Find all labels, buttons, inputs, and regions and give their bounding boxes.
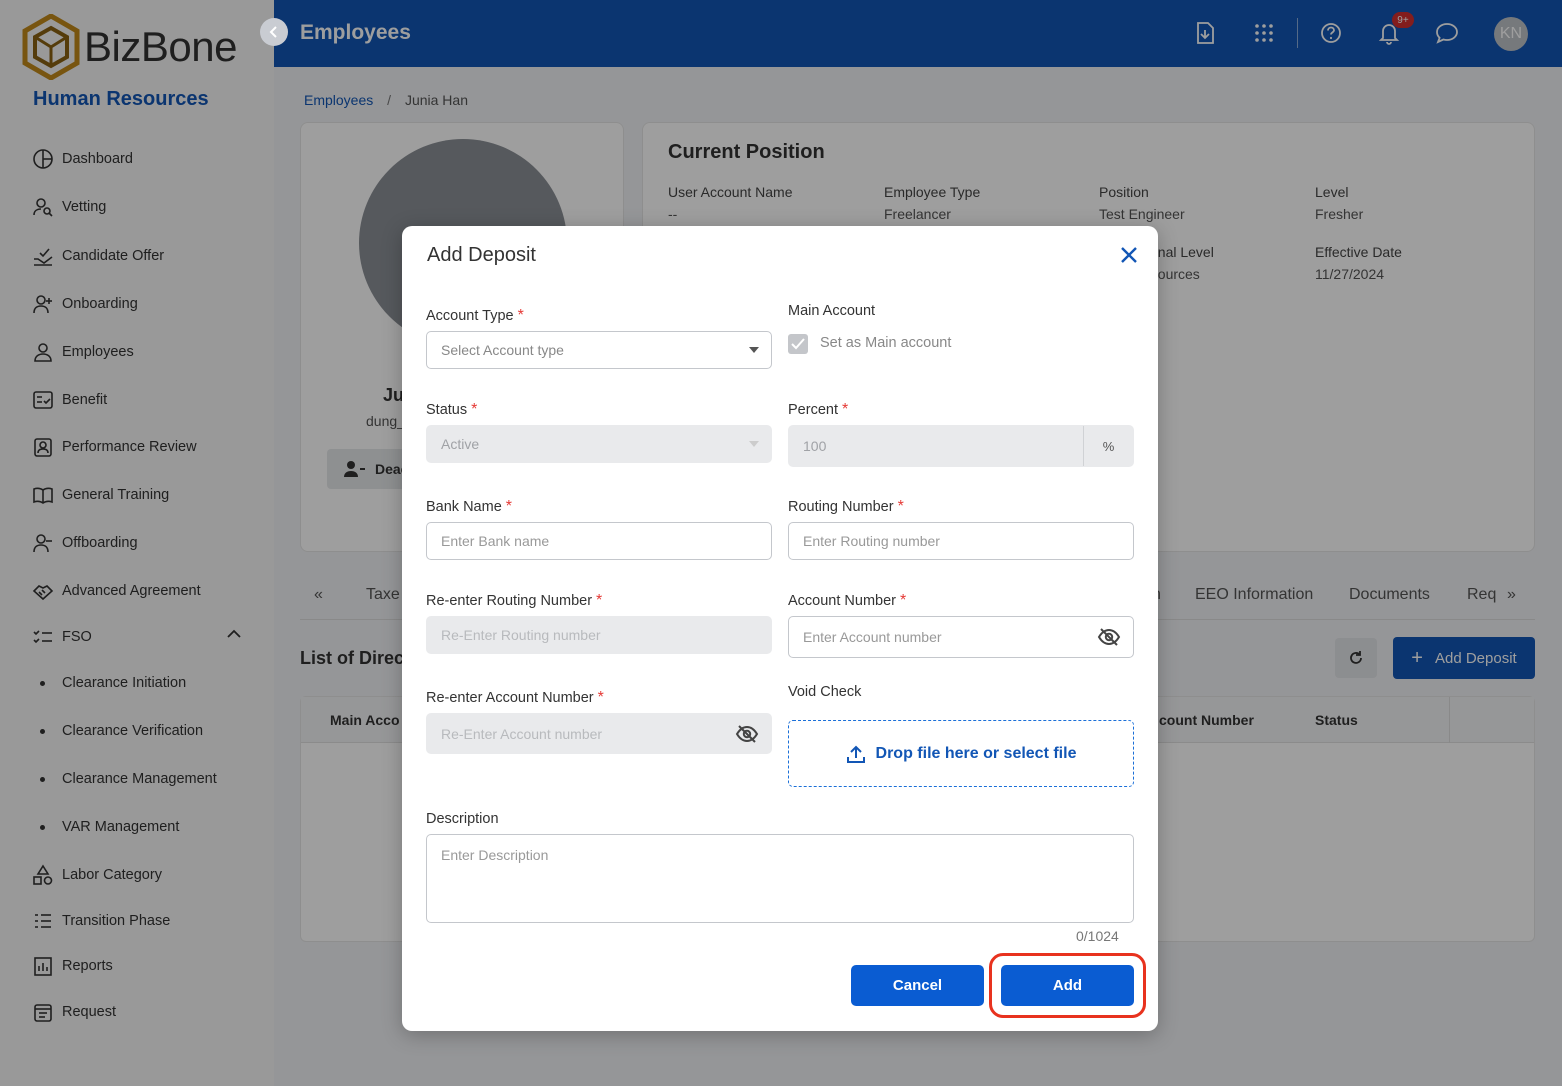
routing-number-placeholder: Enter Routing number <box>803 533 940 549</box>
reenter-routing-placeholder: Re-Enter Routing number <box>441 627 601 643</box>
percent-label: Percent * <box>788 401 849 418</box>
description-textarea[interactable]: Enter Description <box>426 834 1134 923</box>
status-label: Status * <box>426 401 478 418</box>
dropzone-text: Drop file here or select file <box>875 744 1077 762</box>
reenter-routing-label: Re-enter Routing Number * <box>426 592 603 609</box>
required-mark: * <box>471 401 478 418</box>
description-label: Description <box>426 811 499 827</box>
reenter-account-placeholder: Re-Enter Account number <box>441 725 603 742</box>
add-button-highlight <box>989 953 1146 1018</box>
main-account-label: Main Account <box>788 303 876 319</box>
checkmark-icon <box>791 338 805 350</box>
required-mark: * <box>841 401 849 418</box>
set-main-account-label: Set as Main account <box>820 335 952 351</box>
modal-title: Add Deposit <box>427 244 536 266</box>
upload-icon <box>846 745 865 763</box>
required-mark: * <box>505 498 512 515</box>
account-number-placeholder: Enter Account number <box>803 629 942 645</box>
percent-input: 100 % <box>788 425 1134 467</box>
required-mark: * <box>900 592 907 609</box>
status-value: Active <box>441 436 480 452</box>
cancel-button[interactable]: Cancel <box>851 965 984 1006</box>
required-mark: * <box>897 498 904 515</box>
eye-off-icon <box>735 724 759 743</box>
void-check-dropzone[interactable]: Drop file here or select file <box>788 720 1134 787</box>
required-mark: * <box>596 592 603 609</box>
percent-suffix: % <box>1083 426 1133 466</box>
percent-value: 100 <box>803 438 827 454</box>
bank-name-input[interactable]: Enter Bank name <box>426 522 772 560</box>
main-account-checkbox[interactable] <box>788 334 808 354</box>
bank-name-placeholder: Enter Bank name <box>441 533 550 549</box>
status-select: Active <box>426 425 772 463</box>
required-mark: * <box>597 689 604 706</box>
routing-number-input[interactable]: Enter Routing number <box>788 522 1134 560</box>
account-type-placeholder: Select Account type <box>441 342 564 358</box>
chevron-left-icon <box>269 26 277 38</box>
description-placeholder: Enter Description <box>441 847 549 863</box>
routing-number-label: Routing Number * <box>788 498 904 515</box>
dropdown-arrow-icon <box>749 347 759 353</box>
reenter-account-input: Re-Enter Account number <box>426 713 772 754</box>
void-check-label: Void Check <box>788 684 862 700</box>
required-mark: * <box>517 307 524 324</box>
character-counter: 0/1024 <box>1076 928 1119 944</box>
reenter-account-label: Re-enter Account Number * <box>426 689 604 706</box>
dropdown-arrow-icon <box>749 441 759 447</box>
bank-name-label: Bank Name * <box>426 498 512 515</box>
account-number-label: Account Number * <box>788 592 907 609</box>
account-number-input[interactable]: Enter Account number <box>788 616 1134 658</box>
add-deposit-modal: Add Deposit Account Type * Select Account… <box>402 226 1158 1031</box>
cancel-label: Cancel <box>892 977 943 994</box>
account-type-label: Account Type * <box>426 307 524 324</box>
eye-off-icon[interactable] <box>1097 627 1121 647</box>
close-icon[interactable] <box>1118 244 1140 266</box>
sidebar-collapse-button[interactable] <box>260 18 288 46</box>
account-type-select[interactable]: Select Account type <box>426 331 772 369</box>
reenter-routing-input: Re-Enter Routing number <box>426 616 772 654</box>
